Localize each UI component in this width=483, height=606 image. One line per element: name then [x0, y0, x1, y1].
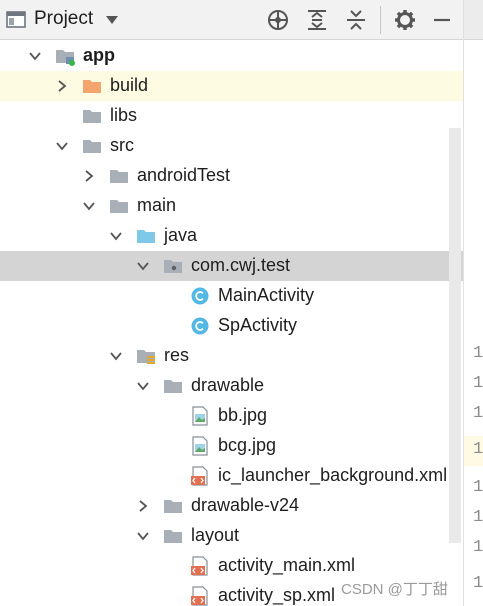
tree-row-drawable[interactable]: drawable: [0, 371, 463, 401]
line-number: 1: [473, 440, 483, 459]
tree-row-label: src: [110, 135, 134, 155]
tree-row-app[interactable]: app: [0, 41, 463, 71]
chevron-down-icon[interactable]: [136, 529, 150, 543]
tree-row-libs[interactable]: libs: [0, 101, 463, 131]
tree-row-label: layout: [191, 525, 240, 545]
tree-row-mainactivity[interactable]: MainActivity: [0, 281, 463, 311]
expand-all-icon[interactable]: [305, 8, 329, 32]
xml-file-icon: [191, 556, 208, 576]
xml-file-icon: [191, 586, 208, 606]
gear-icon[interactable]: [393, 8, 417, 32]
tree-row-label: activity_main.xml: [218, 555, 356, 575]
folder-icon: [110, 200, 128, 213]
image-file-icon: [192, 406, 208, 426]
tree-row-java[interactable]: java: [0, 221, 463, 251]
line-number: 1: [473, 374, 483, 393]
tree-row-label: java: [164, 225, 198, 245]
tree-row-label: build: [110, 75, 149, 95]
class-icon: [191, 287, 209, 305]
tree-row-package[interactable]: com.cwj.test: [0, 251, 463, 281]
minimize-icon[interactable]: [430, 8, 454, 32]
folder-icon: [164, 380, 182, 393]
line-number: 1: [473, 404, 483, 423]
tree-row-main[interactable]: main: [0, 191, 463, 221]
chevron-down-icon[interactable]: [136, 259, 150, 273]
editor-tab-edge: [464, 0, 483, 40]
project-tool-window-header: Project: [0, 0, 463, 40]
chevron-down-icon[interactable]: [109, 229, 123, 243]
chevron-down-icon[interactable]: [28, 49, 42, 63]
package-icon: [164, 260, 182, 273]
tree-row-label: res: [164, 345, 190, 365]
line-number: 1: [473, 538, 483, 557]
image-file-icon: [192, 436, 208, 456]
chevron-down-icon[interactable]: [136, 379, 150, 393]
folder-icon: [83, 140, 101, 153]
tree-row-drawable-v24[interactable]: drawable-v24: [0, 491, 463, 521]
collapse-all-icon[interactable]: [344, 8, 368, 32]
resources-folder-icon: [137, 350, 155, 364]
editor-gutter: 1 1 1 1 1 1 1 1: [463, 0, 483, 606]
chevron-down-icon[interactable]: [55, 139, 69, 153]
chevron-right-icon[interactable]: [136, 499, 150, 513]
chevron-right-icon[interactable]: [55, 79, 69, 93]
tree-row-label: ic_launcher_background.xml: [218, 465, 448, 485]
tree-row-label: MainActivity: [218, 285, 315, 305]
tree-row-label: bcg.jpg: [218, 435, 277, 455]
toolbar-separator: [380, 6, 381, 34]
tree-row-label: libs: [110, 105, 138, 125]
class-icon: [191, 317, 209, 335]
tool-window-title: Project: [34, 8, 94, 29]
vertical-scrollbar[interactable]: [449, 128, 461, 543]
chevron-right-icon[interactable]: [82, 169, 96, 183]
tree-row-label: app: [83, 45, 116, 65]
tree-row-spactivity[interactable]: SpActivity: [0, 311, 463, 341]
folder-orange-icon: [83, 80, 101, 93]
folder-icon: [164, 500, 182, 513]
tree-row-label: drawable-v24: [191, 495, 300, 515]
tree-row-label: bb.jpg: [218, 405, 268, 425]
line-number: 1: [473, 478, 483, 497]
tree-row-androidtest[interactable]: androidTest: [0, 161, 463, 191]
tree-row-build[interactable]: build: [0, 71, 463, 101]
tree-row-res[interactable]: res: [0, 341, 463, 371]
folder-icon: [110, 170, 128, 183]
tree-row-ic-launcher-background[interactable]: ic_launcher_background.xml: [0, 461, 463, 491]
window-icon: [6, 11, 26, 28]
module-folder-icon: [56, 50, 75, 66]
tree-row-label: main: [137, 195, 177, 215]
tree-row-label: SpActivity: [218, 315, 298, 335]
tree-row-activity-main-xml[interactable]: activity_main.xml: [0, 551, 463, 581]
watermark: CSDN @丁丁甜: [341, 581, 448, 598]
tree-row-bb-jpg[interactable]: bb.jpg: [0, 401, 463, 431]
locate-icon[interactable]: [266, 8, 290, 32]
tree-row-layout[interactable]: layout: [0, 521, 463, 551]
line-number: 1: [473, 574, 483, 593]
source-folder-icon: [137, 230, 155, 243]
chevron-down-icon[interactable]: [82, 199, 96, 213]
tree-row-label: drawable: [191, 375, 265, 395]
tree-row-src[interactable]: src: [0, 131, 463, 161]
tree-row-bcg-jpg[interactable]: bcg.jpg: [0, 431, 463, 461]
tree-row-label: com.cwj.test: [191, 255, 291, 275]
folder-icon: [83, 110, 101, 123]
line-number: 1: [473, 508, 483, 527]
xml-file-icon: [191, 466, 208, 486]
project-tree: app build libs src androidTest main java: [0, 40, 463, 606]
folder-icon: [164, 530, 182, 543]
tree-row-label: activity_sp.xml: [218, 585, 336, 605]
line-number: 1: [473, 344, 483, 363]
dropdown-icon[interactable]: [104, 14, 120, 26]
chevron-down-icon[interactable]: [109, 349, 123, 363]
tree-row-label: androidTest: [137, 165, 231, 185]
